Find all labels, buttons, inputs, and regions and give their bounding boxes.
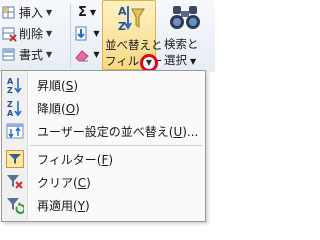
insert-cells-label: 挿入 xyxy=(19,6,44,20)
format-cells-icon xyxy=(2,48,15,60)
menu-item-label: 降順(O) xyxy=(37,101,80,116)
menu-item-clear[interactable]: クリア(C) xyxy=(3,171,204,193)
chevron-down-icon[interactable]: ▼ xyxy=(93,29,99,38)
menu-item-label: クリア(C) xyxy=(37,175,91,190)
autosum-button[interactable]: Σ ▼ xyxy=(74,2,100,23)
svg-text:Z: Z xyxy=(7,100,13,109)
format-cells-label: 書式 xyxy=(19,48,44,62)
svg-text:Z: Z xyxy=(7,86,13,94)
format-cells-button[interactable]: 書式 ▼ xyxy=(0,44,66,65)
delete-cells-button[interactable]: 削除 ▼ xyxy=(0,23,66,44)
sort-descending-icon: Z A xyxy=(7,100,22,117)
chevron-down-icon[interactable]: ▼ xyxy=(46,50,52,59)
find-select-label-line1: 検索と xyxy=(164,37,199,51)
eraser-icon xyxy=(75,49,90,61)
svg-text:A: A xyxy=(7,77,14,86)
autosum-icon: Σ xyxy=(77,5,87,20)
chevron-down-icon[interactable]: ▼ xyxy=(93,50,99,59)
chevron-down-icon: ▼ xyxy=(190,57,197,66)
editing-small-buttons: Σ ▼ ▼ ▼ xyxy=(74,2,100,65)
menu-item-label: 再適用(Y) xyxy=(37,198,90,213)
clear-button[interactable]: ▼ xyxy=(74,44,100,65)
delete-cells-label: 削除 xyxy=(19,27,44,41)
svg-text:Z: Z xyxy=(118,20,126,33)
svg-text:A: A xyxy=(7,109,14,117)
sort-filter-icon: A Z xyxy=(118,5,145,33)
menu-item-label: ユーザー設定の並べ替え(U)... xyxy=(37,124,199,139)
reapply-filter-icon xyxy=(7,198,24,214)
insert-cells-button[interactable]: 挿入 ▼ xyxy=(0,2,66,23)
chevron-down-icon[interactable]: ▼ xyxy=(46,29,52,38)
filter-icon xyxy=(6,150,24,168)
sort-filter-label-line1: 並べ替えと xyxy=(105,38,163,52)
find-select-button[interactable]: 検索と 選択 ▼ xyxy=(160,0,214,70)
menu-separator xyxy=(30,145,202,146)
binoculars-icon xyxy=(170,6,200,29)
group-divider xyxy=(70,4,71,68)
delete-cells-icon xyxy=(2,27,17,42)
svg-text:A: A xyxy=(118,5,127,18)
menu-item-reapply[interactable]: 再適用(Y) xyxy=(3,194,204,216)
fill-button[interactable]: ▼ xyxy=(74,23,100,44)
menu-item-sort-descending[interactable]: Z A 降順(O) xyxy=(3,97,204,119)
menu-item-label: フィルター(F) xyxy=(37,152,114,167)
custom-sort-icon xyxy=(6,123,24,139)
fill-down-icon xyxy=(75,26,87,40)
chevron-down-icon[interactable]: ▼ xyxy=(143,57,155,69)
menu-item-sort-ascending[interactable]: A Z 昇順(S) xyxy=(3,74,204,96)
menu-item-custom-sort[interactable]: ユーザー設定の並べ替え(U)... xyxy=(3,120,204,142)
chevron-down-icon[interactable]: ▼ xyxy=(90,8,96,17)
menu-item-label: 昇順(S) xyxy=(37,78,78,93)
chevron-down-icon[interactable]: ▼ xyxy=(46,8,52,17)
insert-cells-icon xyxy=(2,6,15,18)
sort-filter-dropdown-menu: A Z 昇順(S) Z A 降順(O) ユーザー設定の並べ替え(U)... フィ… xyxy=(1,70,206,222)
cells-group: 挿入 ▼ 削除 ▼ 書式 ▼ xyxy=(0,2,66,65)
clear-filter-icon xyxy=(7,175,23,189)
menu-item-filter[interactable]: フィルター(F) xyxy=(3,148,204,170)
sort-ascending-icon: A Z xyxy=(7,77,22,94)
find-select-label-line2: 選択 ▼ xyxy=(164,53,197,67)
ribbon-home-editing: 挿入 ▼ 削除 ▼ 書式 ▼ Σ ▼ ▼ ▼ A Z 並べ替えと フィルター 検… xyxy=(0,0,215,72)
